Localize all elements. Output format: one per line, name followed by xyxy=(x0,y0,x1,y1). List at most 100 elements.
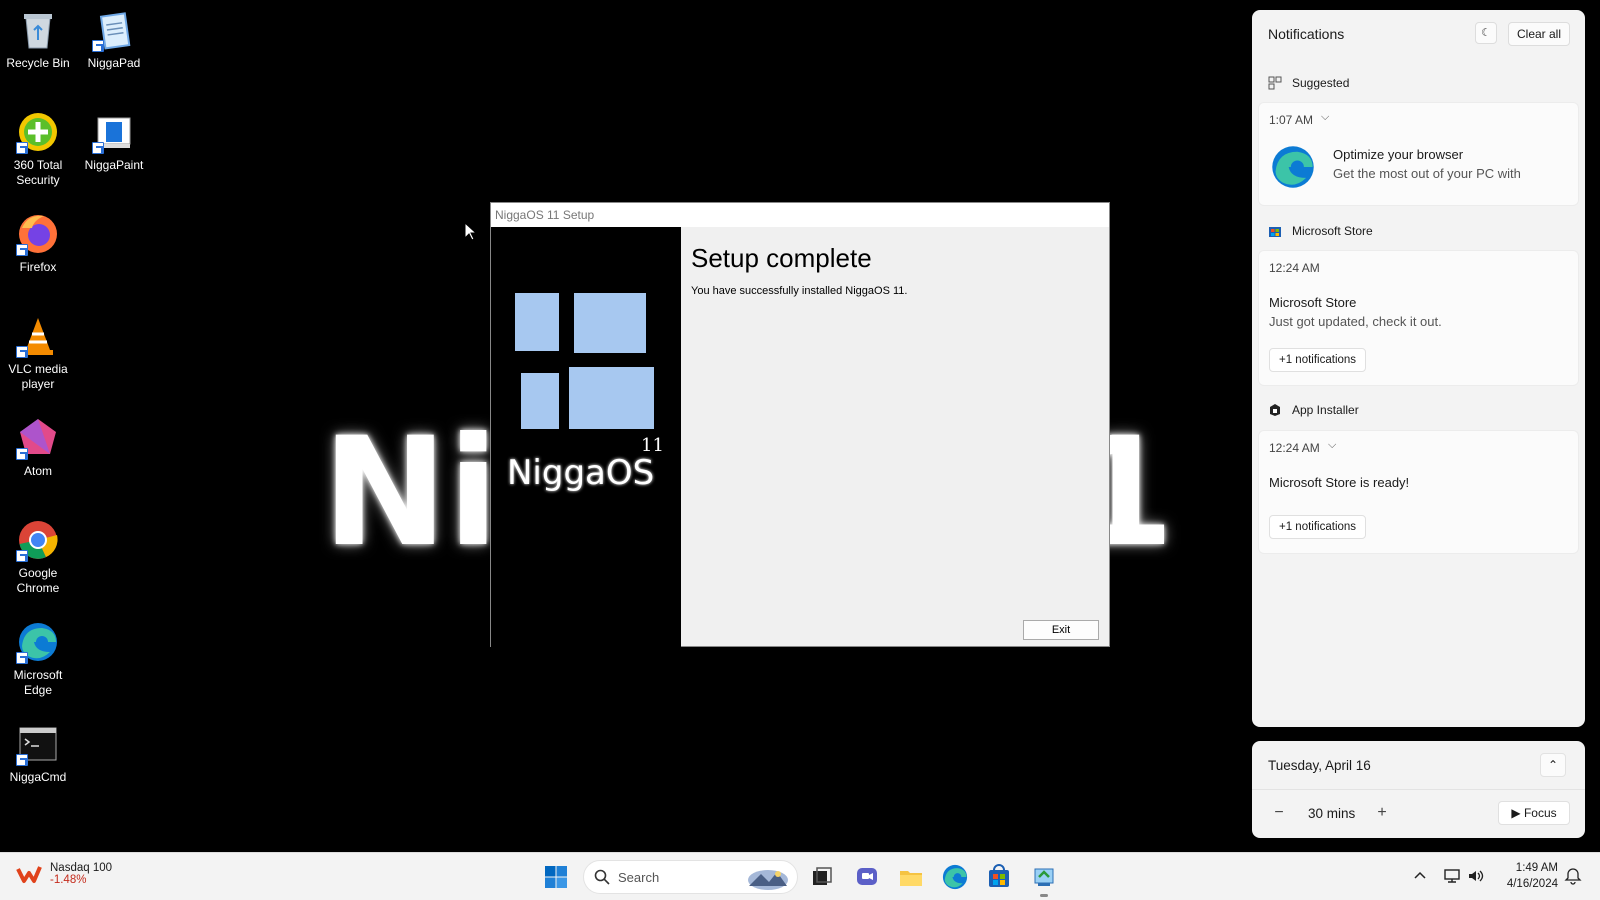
network-icon[interactable] xyxy=(1443,867,1461,885)
desktop-icon-niggacmd[interactable]: NiggaCmd xyxy=(0,722,76,785)
chevron-down-icon[interactable]: ⌵ xyxy=(1321,111,1329,124)
desktop-icon-atom[interactable]: Atom xyxy=(0,416,76,479)
shortcut-arrow-icon xyxy=(16,142,28,154)
notification-title: Optimize your browser xyxy=(1333,147,1464,162)
clock-date: 4/16/2024 xyxy=(1506,878,1558,890)
play-icon: ▶ xyxy=(1511,806,1524,820)
start-button[interactable] xyxy=(544,865,568,889)
notification-title: Microsoft Store is ready! xyxy=(1269,475,1410,490)
edge-icon[interactable] xyxy=(941,863,969,891)
search-highlight-icon xyxy=(748,870,788,890)
setup-description: You have successfully installed NiggaOS … xyxy=(691,285,908,297)
shortcut-arrow-icon xyxy=(16,244,28,256)
mouse-cursor-icon xyxy=(464,222,478,241)
cmd-icon xyxy=(16,722,60,766)
desktop-icon-niggapaint[interactable]: NiggaPaint xyxy=(76,110,152,173)
paint-icon xyxy=(92,110,136,154)
focus-button[interactable]: ▶ Focus xyxy=(1498,801,1570,825)
microsoft-store-icon[interactable] xyxy=(985,863,1013,891)
notification-card[interactable]: 12:24 AM ⌵ Microsoft Store is ready! +1 … xyxy=(1258,430,1579,554)
setup-heading: Setup complete xyxy=(691,243,872,273)
desktop-icon-label: NiggaPaint xyxy=(84,158,144,172)
group-name: App Installer xyxy=(1292,403,1359,417)
taskbar-search-box[interactable]: Search xyxy=(583,860,798,894)
widgets-button[interactable]: Nasdaq 100 -1.48% xyxy=(16,861,112,887)
desktop-icon-firefox[interactable]: Firefox xyxy=(0,212,76,275)
logo-text: NiggaOS xyxy=(507,453,655,493)
notification-title: Microsoft Store xyxy=(1269,295,1357,310)
setup-app-taskbar-button[interactable] xyxy=(1030,863,1058,897)
shortcut-arrow-icon xyxy=(16,754,28,766)
setup-content: Setup complete You have successfully ins… xyxy=(681,227,1109,646)
taskbar: Nasdaq 100 -1.48% Search 1:49 AM 4/16/20… xyxy=(0,852,1600,900)
notification-group-app-installer[interactable]: App Installer xyxy=(1268,403,1359,417)
notification-center: Notifications ☾ Clear all Suggested 1:07… xyxy=(1252,10,1585,727)
edge-icon xyxy=(1272,146,1314,188)
stock-chart-icon xyxy=(16,866,42,883)
desktop-icon-grid: Recycle Bin NiggaPad 360 Total Security … xyxy=(0,0,160,830)
suggested-icon xyxy=(1268,76,1282,90)
task-view-icon[interactable] xyxy=(808,863,836,891)
increase-focus-button[interactable]: + xyxy=(1371,803,1393,825)
do-not-disturb-button[interactable]: ☾ xyxy=(1475,22,1497,44)
notification-time: 1:07 AM xyxy=(1269,113,1314,127)
more-notifications-button[interactable]: +1 notifications xyxy=(1269,515,1367,539)
desktop-icon-recycle-bin[interactable]: Recycle Bin xyxy=(0,8,76,71)
desktop-icon-google-chrome[interactable]: Google Chrome xyxy=(0,518,76,596)
firefox-icon xyxy=(16,212,60,256)
desktop-icon-vlc[interactable]: VLC media player xyxy=(0,314,76,392)
notification-bell-icon[interactable] xyxy=(1564,867,1582,885)
setup-window: NiggaOS 11 Setup 11 NiggaOS Setup comple… xyxy=(490,202,1110,647)
chevron-up-icon[interactable] xyxy=(1411,867,1429,885)
desktop-icon-label: NiggaPad xyxy=(87,56,141,70)
notification-card[interactable]: 12:24 AM Microsoft Store Just got update… xyxy=(1258,250,1579,386)
logo-tile xyxy=(521,373,559,429)
decrease-focus-button[interactable]: − xyxy=(1268,803,1290,825)
clear-all-button[interactable]: Clear all xyxy=(1508,22,1570,46)
desktop-icon-label: 360 Total Security xyxy=(13,158,63,187)
taskbar-clock[interactable]: 1:49 AM 4/16/2024 xyxy=(1494,860,1558,892)
chat-icon[interactable] xyxy=(853,863,881,891)
notification-body: Get the most out of your PC with xyxy=(1333,166,1521,181)
wallpaper-text-left: Ni xyxy=(322,406,499,580)
app-installer-icon xyxy=(1270,404,1280,416)
desktop-icon-label: NiggaCmd xyxy=(9,770,67,784)
notification-body: Just got updated, check it out. xyxy=(1269,314,1442,329)
shortcut-arrow-icon xyxy=(92,142,104,154)
edge-icon xyxy=(16,620,60,664)
logo-tile xyxy=(569,367,654,429)
notifications-header: Notifications xyxy=(1268,26,1345,42)
focus-label: Focus xyxy=(1523,806,1557,820)
more-notifications-button[interactable]: +1 notifications xyxy=(1269,348,1367,372)
notepad-icon xyxy=(92,8,136,52)
setup-installer-icon xyxy=(1034,868,1054,886)
desktop-icon-label: Google Chrome xyxy=(16,566,60,595)
atom-icon xyxy=(16,416,60,460)
calendar-date: Tuesday, April 16 xyxy=(1268,758,1371,773)
chevron-down-icon[interactable]: ⌵ xyxy=(1328,439,1336,452)
volume-icon[interactable] xyxy=(1467,867,1485,885)
widget-name: Nasdaq 100 xyxy=(50,862,113,874)
logo-tile xyxy=(515,293,559,351)
calendar-panel: Tuesday, April 16 ⌃ − 30 mins + ▶ Focus xyxy=(1252,741,1585,838)
desktop-icon-label: VLC media player xyxy=(8,362,68,391)
shortcut-arrow-icon xyxy=(16,550,28,562)
desktop-icon-microsoft-edge[interactable]: Microsoft Edge xyxy=(0,620,76,698)
notification-card[interactable]: 1:07 AM ⌵ Optimize your browser Get the … xyxy=(1258,102,1579,206)
desktop-icon-360-total-security[interactable]: 360 Total Security xyxy=(0,110,76,188)
setup-window-title[interactable]: NiggaOS 11 Setup xyxy=(491,203,1109,227)
desktop-icon-label: Microsoft Edge xyxy=(13,668,63,697)
security-icon xyxy=(16,110,60,154)
notification-group-suggested[interactable]: Suggested xyxy=(1268,76,1349,90)
desktop-icon-niggapad[interactable]: NiggaPad xyxy=(76,8,152,71)
file-explorer-icon[interactable] xyxy=(897,863,925,891)
notification-group-microsoft-store[interactable]: Microsoft Store xyxy=(1268,224,1373,238)
notification-time: 12:24 AM xyxy=(1269,441,1320,455)
group-name: Microsoft Store xyxy=(1292,224,1373,238)
chevron-up-icon[interactable]: ⌃ xyxy=(1540,753,1566,777)
logo-tile xyxy=(574,293,646,353)
exit-button[interactable]: Exit xyxy=(1023,620,1099,640)
setup-side-panel: 11 NiggaOS xyxy=(491,227,681,647)
desktop-icon-label: Firefox xyxy=(19,260,57,274)
focus-duration: 30 mins xyxy=(1308,806,1356,821)
